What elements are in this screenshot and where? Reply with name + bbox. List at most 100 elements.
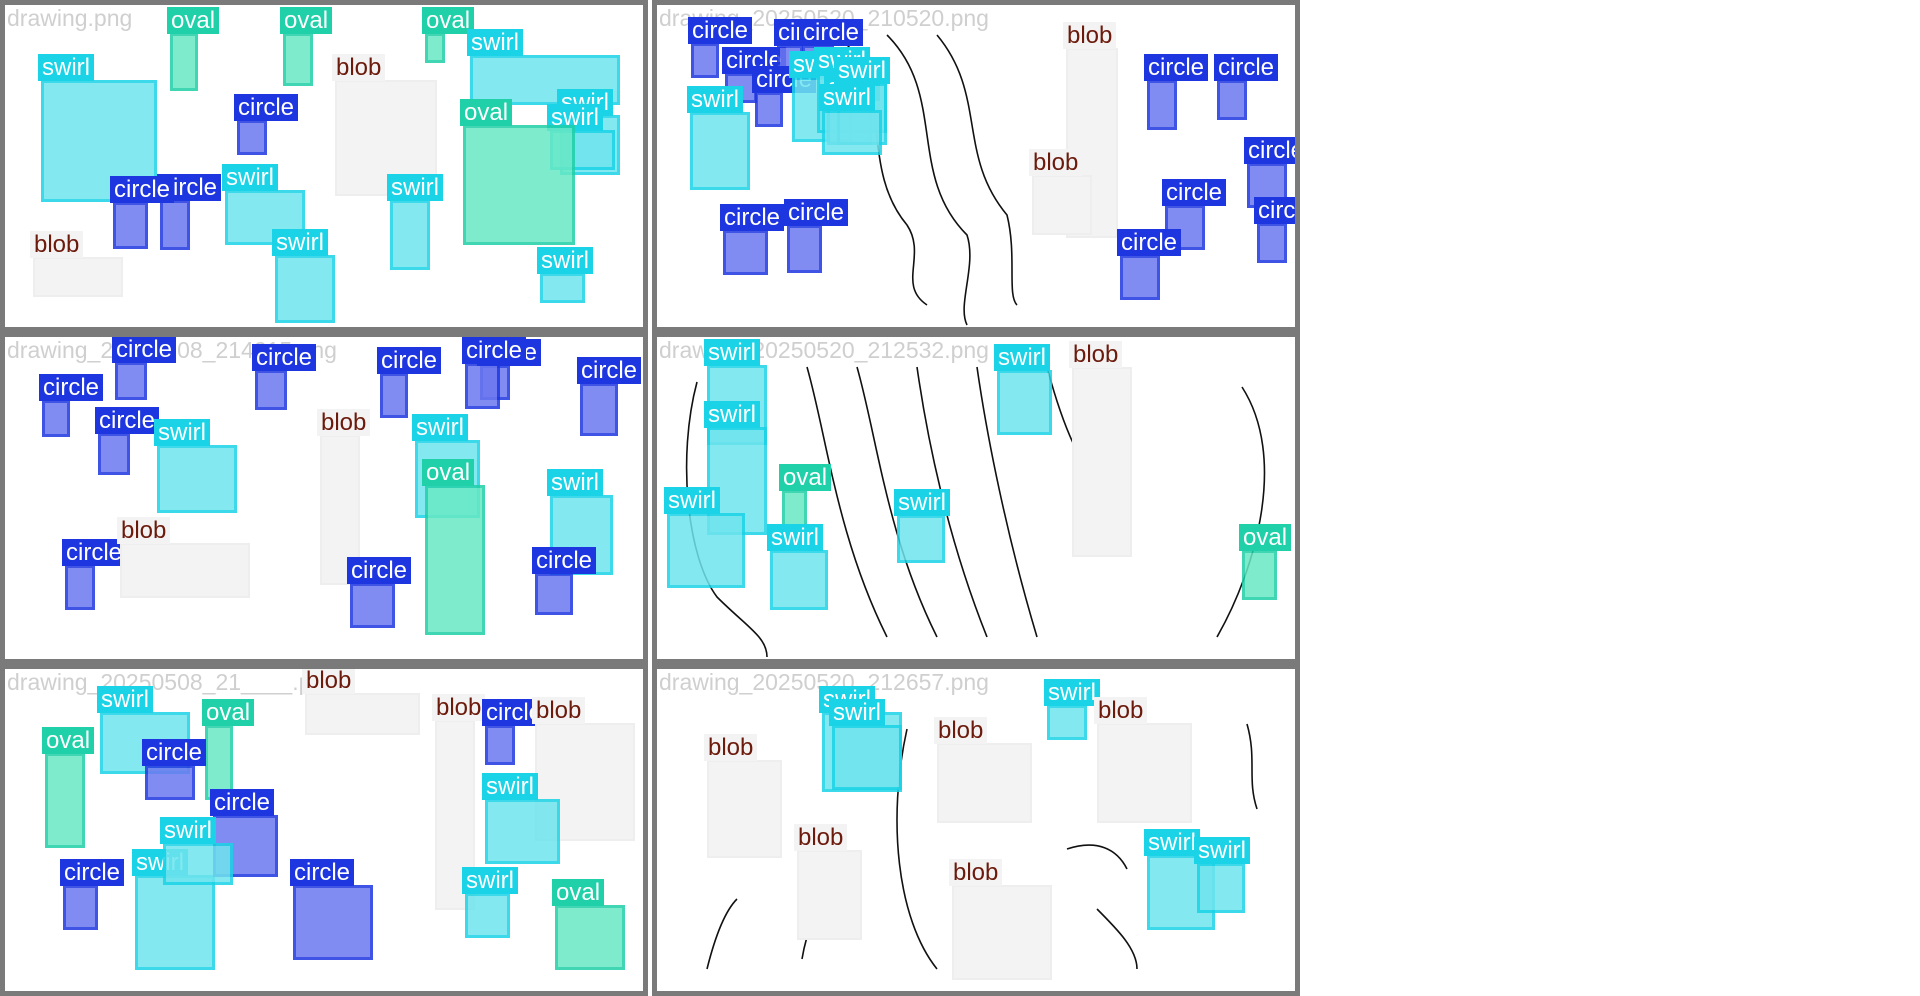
detection-circle: circle bbox=[482, 699, 547, 765]
detection-label: swirl bbox=[704, 339, 760, 366]
detection-label: circle bbox=[95, 407, 160, 434]
bounding-box bbox=[305, 693, 420, 735]
detection-oval: oval bbox=[167, 7, 220, 91]
detection-label: swirl bbox=[664, 487, 720, 514]
detection-oval: oval bbox=[460, 99, 575, 245]
detection-circle: circle bbox=[752, 66, 817, 127]
detection-label: circle bbox=[1254, 197, 1295, 224]
detection-swirl: swirl bbox=[664, 487, 745, 588]
detection-label: circle bbox=[110, 176, 175, 203]
bounding-box bbox=[540, 273, 585, 303]
bounding-box bbox=[163, 843, 233, 885]
detection-label: circle bbox=[112, 337, 177, 363]
detection-label: circle bbox=[1144, 54, 1209, 81]
detection-swirl: swirl bbox=[994, 344, 1052, 435]
detection-swirl: swirl bbox=[132, 849, 215, 970]
detection-label: swirl bbox=[412, 414, 468, 441]
detection-label: blob bbox=[532, 697, 586, 724]
detection-swirl: swirl bbox=[829, 699, 902, 790]
bounding-box bbox=[390, 200, 430, 270]
detection-blob: blob bbox=[934, 717, 1032, 823]
detection-label: blob bbox=[302, 669, 356, 694]
detection-circle: circle bbox=[347, 557, 412, 628]
bounding-box bbox=[952, 885, 1052, 980]
detection-swirl: swirl bbox=[272, 229, 335, 323]
bounding-box bbox=[723, 230, 768, 275]
bounding-box bbox=[691, 43, 719, 78]
detection-circle: circle bbox=[290, 859, 373, 960]
detection-label: oval bbox=[422, 459, 475, 486]
detection-label: swirl bbox=[387, 174, 443, 201]
detection-label: swirl bbox=[482, 773, 538, 800]
result-panel-4: drawing_20250520_212532.png swirl swirl sw… bbox=[652, 332, 1300, 664]
detection-label: circle bbox=[252, 344, 317, 371]
detection-label: swirl bbox=[819, 84, 875, 111]
detection-label: swirl bbox=[1044, 679, 1100, 706]
bounding-box bbox=[65, 565, 95, 610]
bounding-box bbox=[1120, 255, 1160, 300]
detection-label: blob bbox=[1029, 149, 1083, 176]
bounding-box bbox=[63, 885, 98, 930]
detection-circle: circle bbox=[688, 17, 753, 78]
panel-filename: drawing_20250508_21____.png bbox=[7, 669, 337, 695]
detection-circle: circle bbox=[110, 176, 175, 249]
detection-label: swirl bbox=[829, 699, 885, 726]
bounding-box bbox=[42, 400, 70, 437]
bounding-box bbox=[157, 445, 237, 513]
detection-blob: blob bbox=[1029, 149, 1092, 235]
detection-label: swirl bbox=[767, 524, 823, 551]
detection-label: circle bbox=[210, 789, 275, 816]
bounding-box bbox=[797, 850, 862, 940]
detection-label: circle bbox=[142, 739, 207, 766]
pen-stroke bbox=[706, 898, 738, 970]
detection-circle: circle bbox=[252, 344, 317, 410]
detection-swirl: swirl bbox=[767, 524, 828, 610]
bounding-box bbox=[425, 485, 485, 635]
bounding-box bbox=[113, 202, 148, 249]
pen-stroke bbox=[936, 34, 1018, 306]
detection-label: swirl bbox=[1144, 829, 1200, 856]
detection-label: swirl bbox=[547, 469, 603, 496]
bounding-box bbox=[1147, 80, 1177, 130]
detection-circle: circle bbox=[577, 357, 642, 436]
detection-label: circle bbox=[347, 557, 412, 584]
detection-blob: blob bbox=[1069, 341, 1132, 557]
detection-oval: oval bbox=[42, 727, 95, 848]
result-panel-2: drawing_20250520_210520.png circle circle… bbox=[652, 0, 1300, 332]
bounding-box bbox=[465, 893, 510, 938]
bounding-box bbox=[1032, 175, 1092, 235]
detection-circle: circle bbox=[1144, 54, 1209, 130]
bounding-box bbox=[45, 753, 85, 848]
detection-label: blob bbox=[949, 859, 1003, 886]
bounding-box bbox=[770, 550, 828, 610]
bounding-box bbox=[255, 370, 287, 410]
detection-circle: circle bbox=[720, 204, 785, 275]
detection-label: swirl bbox=[1194, 837, 1250, 864]
detection-label: swirl bbox=[467, 29, 523, 56]
detection-label: oval bbox=[1239, 524, 1292, 551]
detection-circle: circle bbox=[39, 374, 104, 437]
panel-filename: drawing.png bbox=[7, 5, 133, 31]
detection-swirl: swirl bbox=[894, 489, 950, 563]
detection-oval: oval bbox=[422, 7, 475, 63]
detection-swirl: swirl bbox=[687, 86, 750, 190]
detection-oval: oval bbox=[280, 7, 333, 86]
bounding-box bbox=[1072, 367, 1132, 557]
detection-label: blob bbox=[1094, 697, 1148, 724]
detection-label: circle bbox=[688, 17, 753, 44]
result-panel-3: drawing_20250508_214215.png circlecircle… bbox=[0, 332, 648, 664]
detection-label: circle bbox=[290, 859, 355, 886]
detection-label: blob bbox=[1069, 341, 1123, 368]
detection-label: circle bbox=[784, 199, 849, 226]
bounding-box bbox=[98, 433, 130, 475]
bounding-box bbox=[237, 120, 267, 155]
detection-label: oval bbox=[167, 7, 220, 34]
bounding-box bbox=[275, 255, 335, 323]
result-panel-1: drawing.png oval oval oval swirl blob circle c… bbox=[0, 0, 648, 332]
detection-label: circle bbox=[1162, 179, 1227, 206]
detection-label: swirl bbox=[834, 57, 890, 84]
bounding-box bbox=[897, 515, 945, 563]
detection-label: swirl bbox=[38, 54, 94, 81]
detection-label: swirl bbox=[704, 401, 760, 428]
bounding-box bbox=[832, 725, 902, 790]
